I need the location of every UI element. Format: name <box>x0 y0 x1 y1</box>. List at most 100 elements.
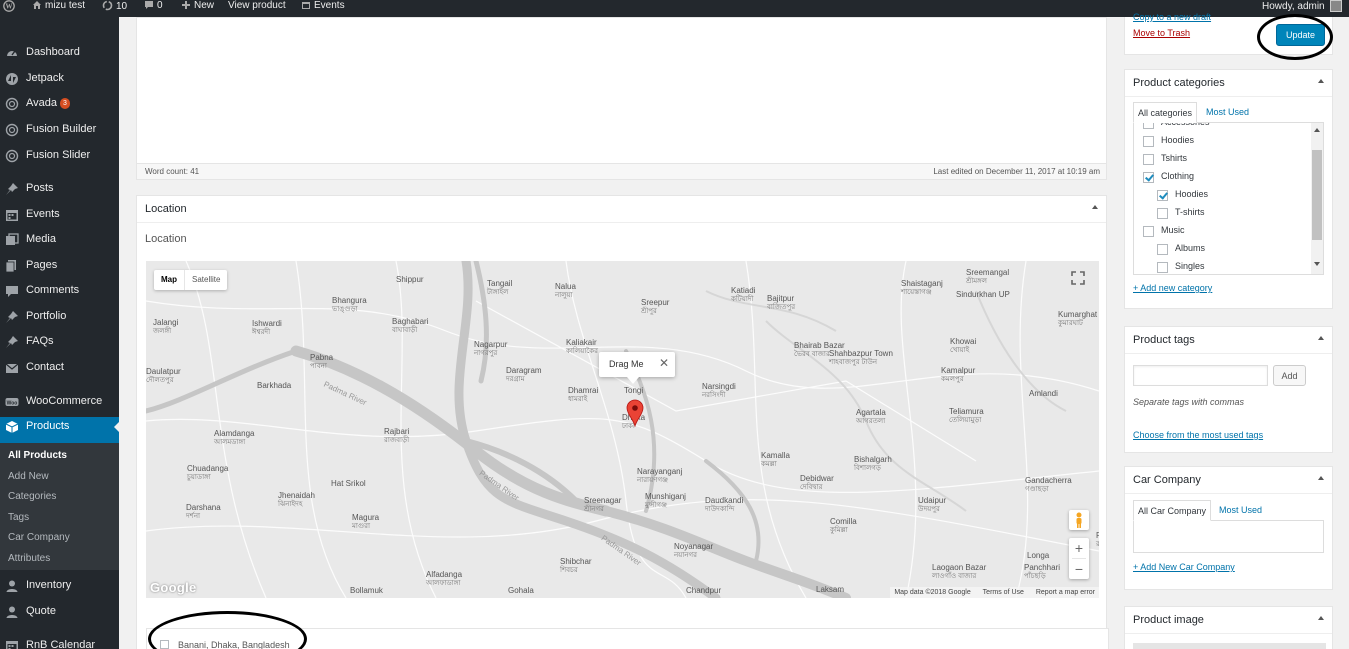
submenu-car-company[interactable]: Car Company <box>8 532 70 543</box>
map-tab[interactable]: Map <box>154 270 184 290</box>
choose-most-used-tags-link[interactable]: Choose from the most used tags <box>1133 430 1263 440</box>
map-town-label: Sreenagar শ্রীনগর <box>584 496 621 514</box>
tag-input[interactable] <box>1133 365 1268 386</box>
map-town-label: Katiadi কটিয়াদী <box>731 286 755 304</box>
menu-item-fusion-builder[interactable]: Fusion Builder <box>0 120 119 146</box>
menu-item-comments[interactable]: Comments <box>0 281 119 307</box>
updates-link[interactable]: 10 <box>102 0 127 17</box>
category-checkbox[interactable] <box>1157 208 1168 219</box>
menu-item-portfolio[interactable]: Portfolio <box>0 307 119 333</box>
zoom-in-button[interactable]: + <box>1069 538 1089 558</box>
map-town-label: Comilla কুমিল্লা <box>830 517 857 535</box>
category-checkbox[interactable] <box>1157 244 1168 255</box>
menu-item-dashboard[interactable]: Dashboard <box>0 43 119 69</box>
categories-list[interactable]: Accessories Hoodies Tshirts Clothing Hoodies… <box>1133 122 1324 275</box>
report-map-error-link[interactable]: Report a map error <box>1036 589 1095 596</box>
tags-toggle-icon[interactable] <box>1318 336 1324 340</box>
menu-item-media[interactable]: Media <box>0 230 119 256</box>
town-name-bengali: শিবচর <box>560 567 578 574</box>
car-company-list[interactable] <box>1133 520 1324 553</box>
submenu-all-products[interactable]: All Products <box>8 450 67 461</box>
zoom-out-button[interactable]: − <box>1069 559 1089 579</box>
town-name: Teliamura <box>949 407 984 416</box>
add-new-car-company-link[interactable]: + Add New Car Company <box>1133 562 1235 572</box>
product-image-toggle-icon[interactable] <box>1318 616 1324 620</box>
tab-all-car-company[interactable]: All Car Company <box>1133 500 1212 521</box>
location-box-title: Location <box>145 203 187 215</box>
town-name-bengali: কমল্লা <box>761 461 777 468</box>
editor-content-area[interactable] <box>137 18 1106 163</box>
info-close-icon[interactable]: ✕ <box>659 357 669 369</box>
town-name: Dhamrai <box>568 386 599 395</box>
menu-item-contact[interactable]: Contact <box>0 358 119 384</box>
wordpress-logo-icon[interactable]: W <box>3 0 18 17</box>
categories-scrollbar[interactable] <box>1311 123 1323 274</box>
menu-item-faqs[interactable]: FAQs <box>0 332 119 358</box>
map-town-label: Shaistaganj শায়েস্তাগঞ্জ <box>901 279 943 297</box>
menu-item-posts[interactable]: Posts <box>0 179 119 205</box>
scroll-down-arrow[interactable] <box>1314 262 1320 266</box>
menu-item-events[interactable]: Events <box>0 205 119 231</box>
pegman-button[interactable] <box>1069 510 1089 530</box>
town-name-bengali: দরগ্রাম <box>506 376 525 383</box>
menu-item-avada[interactable]: Avada 3 <box>0 94 119 120</box>
woo-icon: Woo <box>5 395 19 409</box>
town-name: Bishalgarh <box>854 455 892 464</box>
town-name: Nalua <box>555 282 576 291</box>
menu-item-pages[interactable]: Pages <box>0 256 119 282</box>
town-name-bengali: দাউদকান্দি <box>705 506 735 513</box>
category-checkbox[interactable] <box>1157 190 1168 201</box>
events-link[interactable]: Events <box>301 0 345 17</box>
menu-item-products[interactable]: Products <box>0 417 119 443</box>
category-checkbox[interactable] <box>1143 172 1154 183</box>
category-label: Clothing <box>1161 171 1195 181</box>
move-to-trash-link[interactable]: Move to Trash <box>1133 28 1190 38</box>
tab-most-used-categories[interactable]: Most Used <box>1206 107 1249 117</box>
town-name: Kaliakair <box>566 338 597 347</box>
view-product-link[interactable]: View product <box>228 0 286 17</box>
menu-item-woocommerce[interactable]: Woo WooCommerce <box>0 392 119 418</box>
map-town-label: Gandacherra গণ্ডাছড়া <box>1025 476 1072 494</box>
copy-to-draft-link[interactable]: Copy to a new draft <box>1133 12 1211 22</box>
tab-all-categories[interactable]: All categories <box>1133 102 1198 123</box>
categories-toggle-icon[interactable] <box>1318 79 1324 83</box>
town-name-bengali: ধামরাই <box>568 396 588 403</box>
submenu-attributes[interactable]: Attributes <box>8 553 50 564</box>
submenu-tags[interactable]: Tags <box>8 512 29 523</box>
town-name: Shibchar <box>560 557 592 566</box>
submenu-add-new[interactable]: Add New <box>8 471 49 482</box>
menu-item-inventory[interactable]: Inventory <box>0 576 119 602</box>
comments-link[interactable]: 0 <box>144 0 163 17</box>
google-map[interactable]: Map Satellite Shippur Tangail টাঙ্গাইল Nalua… <box>146 261 1099 598</box>
category-checkbox[interactable] <box>1143 123 1154 129</box>
map-town-label: Panchhari পাঁচছড়ি <box>1024 563 1060 581</box>
menu-item-jetpack[interactable]: Jetpack <box>0 69 119 95</box>
map-marker-icon[interactable] <box>626 399 644 428</box>
category-checkbox[interactable] <box>1143 154 1154 165</box>
submenu-categories[interactable]: Categories <box>8 491 56 502</box>
location-toggle-icon[interactable] <box>1092 205 1098 209</box>
comments-icon <box>5 284 19 298</box>
scroll-up-arrow[interactable] <box>1314 128 1320 132</box>
terms-of-use-link[interactable]: Terms of Use <box>983 589 1024 596</box>
fullscreen-button[interactable] <box>1068 268 1088 288</box>
category-checkbox[interactable] <box>1157 262 1168 273</box>
add-new-category-link[interactable]: + Add new category <box>1133 283 1212 293</box>
menu-item-fusion-slider[interactable]: Fusion Slider <box>0 146 119 172</box>
category-checkbox[interactable] <box>1143 136 1154 147</box>
new-content-link[interactable]: New <box>181 0 214 17</box>
map-type-control: Map Satellite <box>154 270 228 290</box>
menu-item-rnb-calendar[interactable]: RnB Calendar <box>0 636 119 649</box>
product-image-title: Product image <box>1133 614 1204 626</box>
scroll-thumb[interactable] <box>1312 150 1322 240</box>
car-company-toggle-icon[interactable] <box>1318 476 1324 480</box>
tab-most-used-car-company[interactable]: Most Used <box>1219 505 1262 515</box>
add-tag-button[interactable]: Add <box>1273 365 1306 386</box>
product-image-placeholder[interactable] <box>1133 643 1326 649</box>
editor-box: Word count: 41 Last edited on December 1… <box>136 17 1107 180</box>
category-checkbox[interactable] <box>1143 226 1154 237</box>
menu-item-quote[interactable]: Quote <box>0 602 119 628</box>
site-name-link[interactable]: mizu test <box>32 0 85 17</box>
town-name: Laogaon Bazar <box>932 563 987 572</box>
satellite-tab[interactable]: Satellite <box>184 270 227 290</box>
